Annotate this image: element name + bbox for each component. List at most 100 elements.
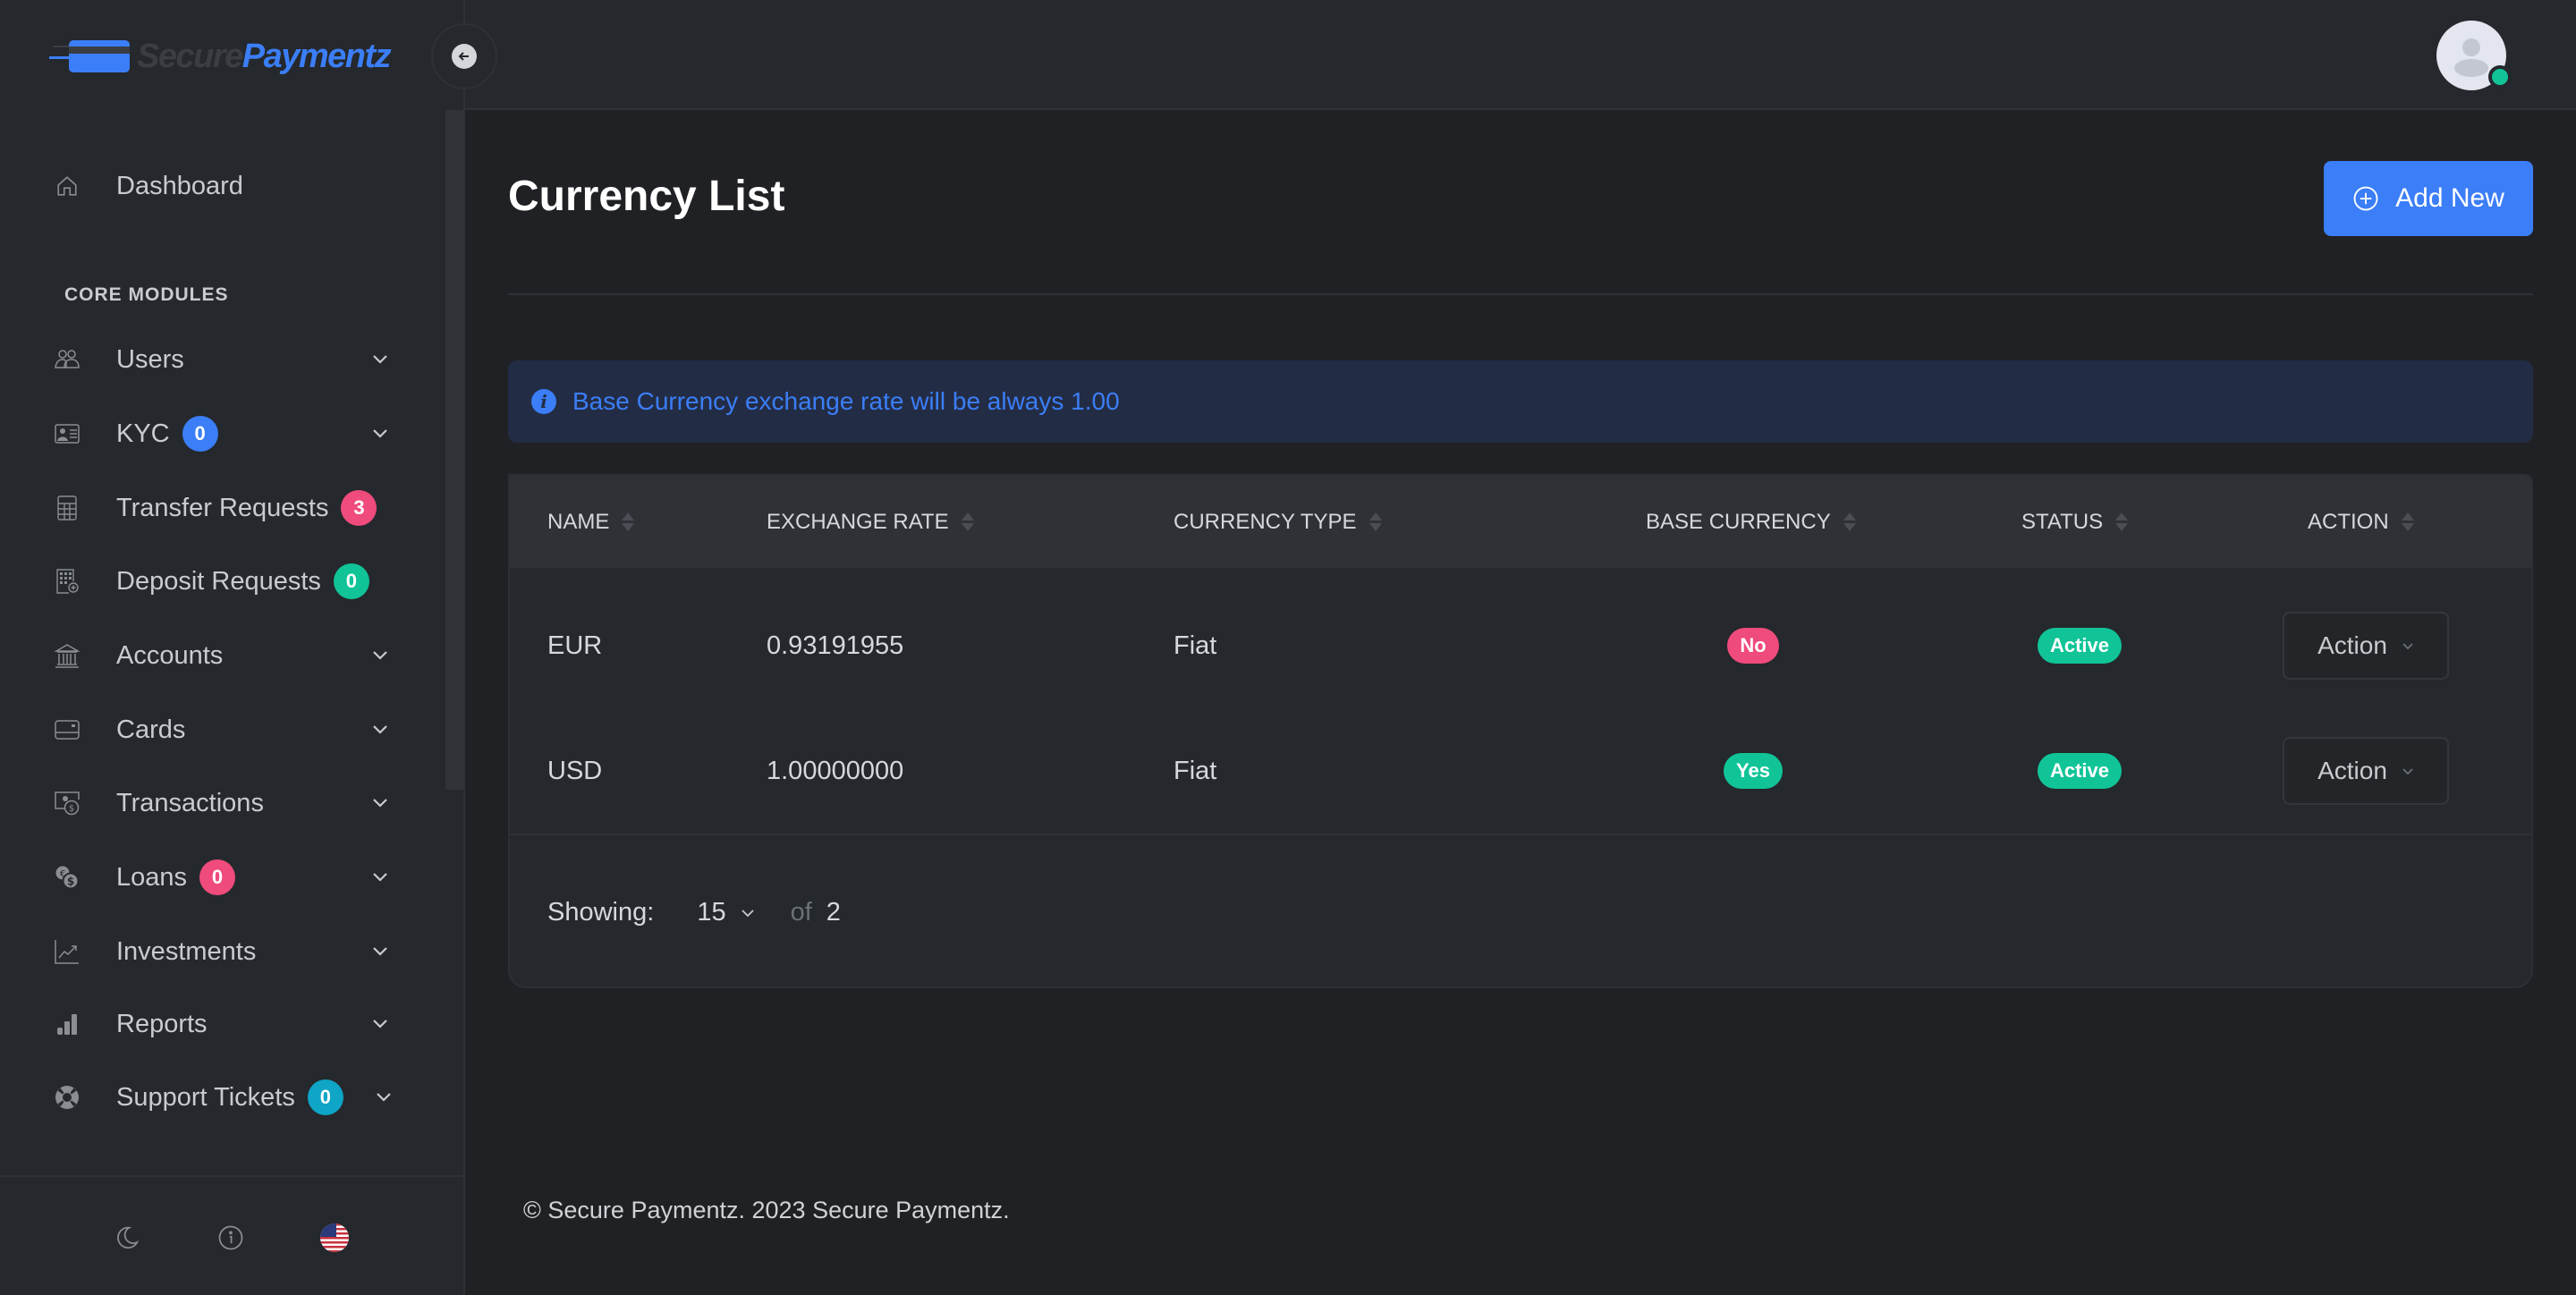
sidebar-item-dashboard[interactable]: Dashboard <box>54 159 394 213</box>
alert-text: Base Currency exchange rate will be alwa… <box>572 387 1120 415</box>
chevron-down-icon <box>367 790 394 817</box>
count-badge: 0 <box>199 859 236 895</box>
cell-currency-type: Fiat <box>1174 631 1217 660</box>
cell-base-currency: Yes <box>1708 708 1798 834</box>
chevron-down-icon <box>741 909 755 918</box>
sidebar-item-label: Deposit Requests <box>116 566 321 596</box>
count-badge: 0 <box>307 1079 343 1115</box>
chevron-down-icon <box>2402 642 2414 650</box>
sidebar-item-transfer-requests[interactable]: Transfer Requests 3 <box>54 481 394 535</box>
action-label: Action <box>2318 757 2387 784</box>
column-header-name[interactable]: NAME <box>547 476 635 568</box>
action-dropdown-button[interactable]: Action <box>2283 737 2449 805</box>
sidebar-item-transactions[interactable]: $ Transactions <box>54 776 394 830</box>
sort-icon <box>2115 512 2129 531</box>
sidebar-item-label: Transactions <box>116 788 264 817</box>
info-alert: i Base Currency exchange rate will be al… <box>508 360 2533 443</box>
home-icon <box>54 173 80 199</box>
brand-logo[interactable]: SecurePaymentz <box>49 34 392 79</box>
action-label: Action <box>2318 631 2387 659</box>
sidebar-item-label: Loans <box>116 862 188 892</box>
status-badge: Active <box>2037 753 2123 789</box>
column-header-action[interactable]: ACTION <box>2308 476 2414 568</box>
user-avatar[interactable] <box>2436 21 2512 90</box>
sidebar-item-loans[interactable]: € $ Loans 0 <box>54 851 394 904</box>
of-label: of <box>790 898 812 927</box>
sidebar-collapse-button[interactable] <box>431 23 497 89</box>
sidebar-item-label: Cards <box>116 715 186 744</box>
chevron-down-icon <box>367 1011 394 1037</box>
sidebar-item-label: Reports <box>116 1009 208 1038</box>
sort-icon <box>1368 512 1382 531</box>
cell-exchange-rate: 1.00000000 <box>767 756 904 785</box>
sidebar-item-label: Support Tickets <box>116 1082 295 1112</box>
cell-status: Active <box>2021 583 2138 708</box>
sidebar-item-cards[interactable]: Cards <box>54 703 394 757</box>
sidebar-item-accounts[interactable]: Accounts <box>54 629 394 682</box>
sidebar-item-label: Investments <box>116 936 257 966</box>
count-badge: 0 <box>182 416 218 452</box>
sidebar-item-deposit-requests[interactable]: Deposit Requests 0 <box>54 554 394 608</box>
chevron-down-icon <box>367 420 394 447</box>
top-header <box>465 0 2576 110</box>
sort-icon <box>1843 512 1856 531</box>
pagination: Showing: 15 of 2 <box>547 898 841 927</box>
sort-icon <box>2401 512 2414 531</box>
total-count: 2 <box>826 898 841 927</box>
moon-icon[interactable] <box>111 1222 143 1254</box>
per-page-select[interactable]: 15 <box>697 898 754 927</box>
chevron-down-icon <box>367 864 394 891</box>
table-row: USD 1.00000000 Fiat Yes Active Action <box>510 708 2531 834</box>
column-header-currency-type[interactable]: CURRENCY TYPE <box>1174 476 1382 568</box>
brand-name: SecurePaymentz <box>137 37 392 75</box>
add-new-button[interactable]: Add New <box>2324 161 2533 236</box>
status-badge: Active <box>2037 628 2123 664</box>
column-header-status[interactable]: STATUS <box>2021 476 2129 568</box>
section-label-core-modules: CORE MODULES <box>64 284 229 305</box>
cell-exchange-rate: 0.93191955 <box>767 631 904 660</box>
users-icon <box>54 346 80 373</box>
bank-icon <box>54 642 80 669</box>
table-header: NAME EXCHANGE RATE CURRENCY TYPE BASE CU… <box>510 476 2531 568</box>
sidebar-item-label: Transfer Requests <box>116 493 329 522</box>
svg-text:$: $ <box>69 804 74 814</box>
copyright-text: © Secure Paymentz. 2023 Secure Paymentz. <box>523 1197 1010 1223</box>
divider <box>510 834 2531 835</box>
cell-action: Action <box>2283 583 2449 708</box>
base-currency-badge: Yes <box>1724 753 1783 789</box>
id-card-icon <box>54 420 80 447</box>
sidebar-item-reports[interactable]: Reports <box>54 997 394 1051</box>
chevron-down-icon <box>367 938 394 965</box>
action-dropdown-button[interactable]: Action <box>2283 612 2449 680</box>
chevron-down-icon <box>370 1084 397 1111</box>
online-status-dot <box>2488 65 2512 89</box>
add-new-label: Add New <box>2395 183 2504 213</box>
sidebar-item-users[interactable]: Users <box>54 333 394 386</box>
info-circle-icon: i <box>531 389 556 414</box>
currency-table: NAME EXCHANGE RATE CURRENCY TYPE BASE CU… <box>508 474 2533 988</box>
info-icon[interactable] <box>215 1222 247 1254</box>
sidebar-scrollbar[interactable] <box>445 110 463 790</box>
showing-label: Showing: <box>547 898 655 927</box>
plus-circle-icon <box>2352 185 2379 212</box>
table-row: EUR 0.93191955 Fiat No Active Action <box>510 583 2531 708</box>
sidebar-item-support-tickets[interactable]: Support Tickets 0 <box>54 1071 394 1124</box>
credit-card-logo-icon <box>49 37 131 76</box>
cash-exchange-icon: $ <box>54 790 80 817</box>
base-currency-badge: No <box>1727 628 1779 664</box>
chevron-down-icon <box>2402 767 2414 775</box>
credit-card-icon <box>54 716 80 743</box>
column-header-base-currency[interactable]: BASE CURRENCY <box>1646 476 1856 568</box>
chevron-down-icon <box>367 346 394 373</box>
coins-icon: € $ <box>54 864 80 891</box>
cell-status: Active <box>2021 708 2138 834</box>
column-header-exchange-rate[interactable]: EXCHANGE RATE <box>767 476 974 568</box>
sidebar-item-label: Dashboard <box>116 171 243 200</box>
divider <box>508 293 2533 295</box>
sidebar-item-investments[interactable]: Investments <box>54 925 394 978</box>
us-flag-icon[interactable] <box>318 1222 351 1254</box>
sidebar-footer <box>0 1175 463 1295</box>
sidebar-item-label: Users <box>116 344 184 374</box>
cell-base-currency: No <box>1708 583 1798 708</box>
sidebar-item-kyc[interactable]: KYC 0 <box>54 407 394 461</box>
